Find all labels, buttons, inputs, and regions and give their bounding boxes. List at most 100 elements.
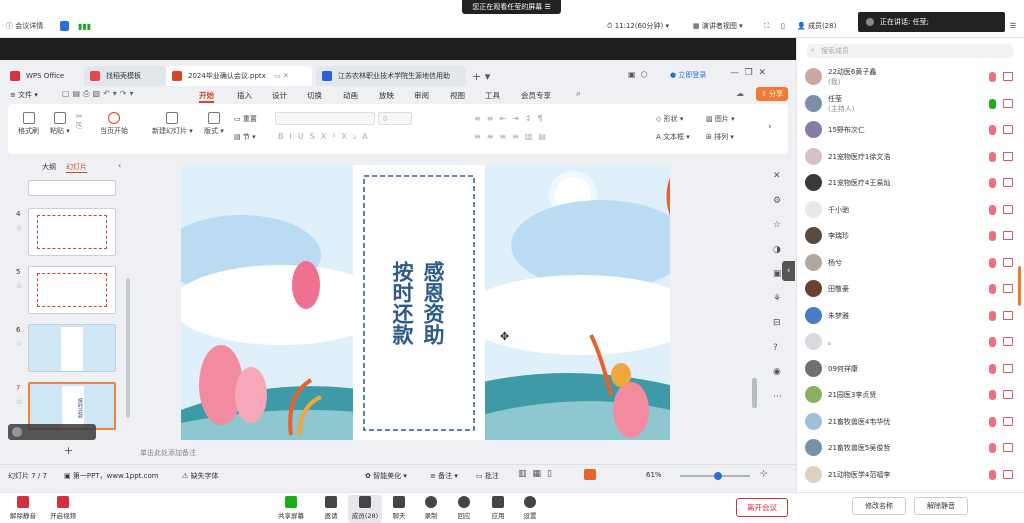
arrange-button[interactable]: ⊞ 排列 ▾: [706, 132, 734, 142]
participant-row[interactable]: 21动物医学4范福李: [797, 462, 1024, 488]
beautify-button[interactable]: ✿ 智能美化 ▾: [365, 471, 407, 481]
menu-start[interactable]: 开始: [199, 90, 214, 103]
format-painter-button[interactable]: 格式刷: [18, 112, 39, 136]
image-button[interactable]: ▨ 图片 ▾: [706, 114, 735, 124]
reset-button[interactable]: ▭ 重置: [234, 114, 257, 124]
participant-row[interactable]: 。: [797, 329, 1024, 355]
tab-pptx[interactable]: 2024毕业确认会议.pptx ▭ ✕: [166, 66, 312, 86]
fit-window-icon[interactable]: ⊹: [760, 469, 768, 479]
zoom-level[interactable]: 61%: [646, 471, 662, 479]
menu-animation[interactable]: 动画: [343, 90, 358, 101]
align-buttons[interactable]: ≡≡≡≡▥▤: [474, 132, 552, 141]
missing-font[interactable]: ⚠ 缺失字体: [182, 471, 219, 481]
meeting-details[interactable]: ⓘ 会议详情: [6, 20, 43, 32]
invite-button[interactable]: 邀请: [314, 495, 348, 520]
search-icon[interactable]: ⌕: [576, 89, 581, 99]
add-slide-button[interactable]: +: [64, 444, 73, 457]
star-icon[interactable]: ☆: [16, 340, 22, 348]
notes-area[interactable]: 单击此处添加备注: [140, 448, 196, 458]
participant-row[interactable]: 杨兮: [797, 250, 1024, 276]
comments-button[interactable]: ▭ 批注: [476, 471, 499, 481]
menu-review[interactable]: 审阅: [414, 90, 429, 101]
side-tool-icons[interactable]: ✕ ⚙ ☆ ◑ ▣ ⚘ ⊟? ◉ ⋯: [773, 164, 782, 409]
menu-tools[interactable]: 工具: [485, 90, 500, 101]
window-controls[interactable]: — ❐ ✕: [730, 68, 766, 78]
participant-row[interactable]: 15野布次仁: [797, 117, 1024, 143]
unmute-all-button[interactable]: 解除静音: [914, 497, 968, 515]
apps-button[interactable]: 应用: [481, 495, 515, 520]
record-button[interactable]: 录制: [414, 495, 448, 520]
tab-wps-office[interactable]: WPS Office: [4, 66, 80, 86]
menu-insert[interactable]: 插入: [237, 90, 252, 101]
new-tab-button[interactable]: + ▾: [472, 70, 490, 83]
font-size-select[interactable]: 0: [378, 112, 412, 125]
leave-meeting-button[interactable]: 离开会议: [736, 498, 788, 517]
participant-row[interactable]: 21畜牧兽医5吴俊哲: [797, 435, 1024, 461]
window-icons[interactable]: ▣ ⬡: [628, 70, 653, 79]
members-top[interactable]: 👤 成员(28): [797, 20, 836, 32]
participant-search-input[interactable]: 搜索成员: [807, 44, 1013, 58]
share-screen-button[interactable]: 共享屏幕: [274, 495, 308, 520]
settings-button[interactable]: 设置: [513, 495, 547, 520]
participant-row[interactable]: 21宠物医疗4王易灿: [797, 170, 1024, 196]
zoom-slider[interactable]: [680, 472, 750, 480]
members-button[interactable]: 成员(28): [348, 495, 382, 523]
menu-design[interactable]: 设计: [272, 90, 287, 101]
interact-button[interactable]: 回应: [447, 495, 481, 520]
rename-button[interactable]: 修改名称: [852, 497, 906, 515]
menu-slideshow[interactable]: 放映: [379, 90, 394, 101]
canvas-scrollbar[interactable]: [752, 378, 757, 408]
menu-transition[interactable]: 切换: [307, 90, 322, 101]
slide-thumb-7[interactable]: 按时还款: [28, 382, 116, 430]
menu-icon[interactable]: ☰: [1010, 20, 1016, 32]
new-slide-button[interactable]: 新建幻灯片 ▾: [152, 112, 193, 136]
file-menu[interactable]: ≡ 文件 ▾: [10, 90, 38, 100]
participant-row[interactable]: 21宠物医疗1徐文浩: [797, 144, 1024, 170]
tab-slides[interactable]: 幻灯片: [66, 162, 87, 173]
view-mode-dropdown[interactable]: ▦ 演讲者视图 ▾: [693, 20, 743, 32]
menu-member[interactable]: 会员专享: [521, 90, 551, 101]
slide-thumb-5[interactable]: [28, 266, 116, 314]
font-name-select[interactable]: [275, 112, 375, 125]
paste-button[interactable]: 粘贴 ▾: [50, 112, 70, 136]
camera-preview-bar[interactable]: [8, 424, 96, 440]
participant-scrollbar[interactable]: [1018, 266, 1021, 306]
login-button[interactable]: ● 立即登录: [670, 70, 706, 80]
star-icon[interactable]: ☆: [16, 398, 22, 406]
share-banner[interactable]: 您正在观看任莹的屏幕 ☰: [462, 0, 561, 14]
participant-row[interactable]: 21园医3李贞贤: [797, 382, 1024, 408]
star-icon[interactable]: ☆: [16, 282, 22, 290]
tab-template[interactable]: 找稻壳模板: [84, 66, 166, 86]
participant-row[interactable]: 朱梦雅: [797, 303, 1024, 329]
textbox-button[interactable]: A 文本框 ▾: [656, 132, 690, 142]
slide[interactable]: 感恩资助 按时还款: [181, 165, 670, 440]
start-video-button[interactable]: 开启视频: [46, 495, 80, 520]
share-button[interactable]: ⇪ 分享: [756, 87, 788, 101]
cut-copy-icons[interactable]: ✂ ⎘: [76, 112, 83, 131]
chat-button[interactable]: 聊天: [382, 495, 416, 520]
participant-row[interactable]: 任莹 (主持人): [797, 91, 1024, 117]
participant-row[interactable]: 22动医6黄子鑫 (我): [797, 64, 1024, 90]
slide-thumb-3[interactable]: [28, 180, 116, 196]
layout-icon[interactable]: ▯: [781, 20, 785, 32]
tab-word-doc[interactable]: 江苏农林职业技术学院生源地信用助: [316, 66, 466, 86]
section-button[interactable]: ▤ 节 ▾: [234, 132, 256, 142]
ribbon-scroll-right[interactable]: ›: [768, 122, 772, 132]
theme-name[interactable]: ▣ 第一PPT，www.1ppt.com: [64, 471, 159, 481]
play-slideshow-button[interactable]: [584, 469, 596, 480]
participant-row[interactable]: 李瑞珍: [797, 223, 1024, 249]
meeting-time[interactable]: ⏱ 11:12(60分钟) ▾: [607, 20, 669, 32]
participant-row[interactable]: 千小驰: [797, 197, 1024, 223]
layout-button[interactable]: 版式 ▾: [204, 112, 224, 136]
star-icon[interactable]: ☆: [16, 224, 22, 232]
thumb-scrollbar[interactable]: [126, 278, 130, 418]
slide-thumb-6[interactable]: [28, 324, 116, 372]
paragraph-buttons[interactable]: ≡≡⇤⇥↕¶: [474, 114, 549, 123]
tab-outline[interactable]: 大纲: [42, 162, 56, 172]
quick-access-toolbar[interactable]: ▢▤⎙▧↶▾↷▾: [62, 89, 137, 99]
fullscreen-icon[interactable]: ⛶: [764, 20, 769, 32]
shield-icon[interactable]: [60, 21, 69, 31]
participant-row[interactable]: 田敬豪: [797, 276, 1024, 302]
shape-button[interactable]: ◇ 形状 ▾: [656, 114, 683, 124]
slide-thumb-4[interactable]: [28, 208, 116, 256]
